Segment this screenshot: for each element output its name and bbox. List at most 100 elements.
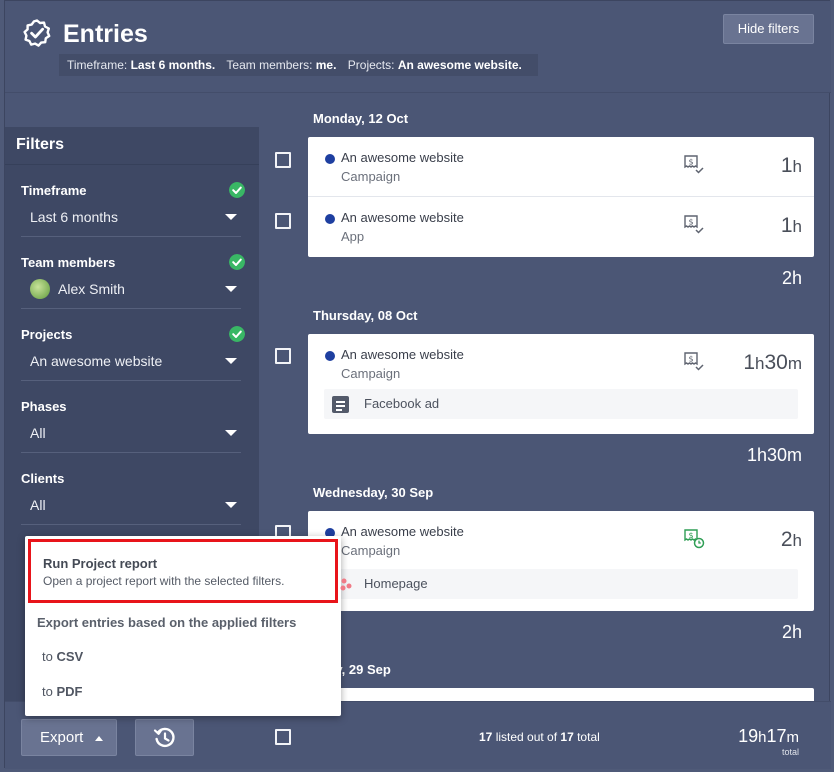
count-text: total	[573, 730, 600, 744]
filter-label: Projects	[21, 327, 73, 342]
summary-key: Team members:	[226, 58, 313, 72]
phase-color-icon	[340, 578, 352, 591]
svg-text:$: $	[688, 355, 693, 364]
duration-hours: 1	[780, 154, 793, 177]
entry-row[interactable]: An awesome website Campaign $ 1h	[308, 137, 814, 197]
entry-project: An awesome website	[341, 210, 464, 225]
note-text: Facebook ad	[364, 396, 440, 411]
chevron-down-icon	[225, 430, 237, 436]
entry-phase: Campaign	[341, 169, 401, 184]
filter-label: Team members	[21, 255, 116, 270]
project-color-dot	[325, 214, 335, 224]
project-color-dot	[325, 351, 335, 361]
export-prefix: to	[42, 649, 57, 664]
entry-duration: 1h30m	[743, 351, 802, 375]
note-icon	[332, 396, 349, 413]
summary-key: Projects:	[347, 58, 395, 72]
day-heading: Thursday, 08 Oct	[313, 308, 418, 323]
phases-select[interactable]: All	[21, 425, 241, 453]
filter-team-members: Team members Alex Smith	[21, 254, 245, 309]
entry-phase: Campaign	[341, 366, 401, 381]
duration-minutes: 30	[764, 351, 788, 374]
history-button[interactable]	[135, 719, 194, 756]
history-icon	[153, 727, 175, 748]
day-total: 2h	[781, 622, 802, 642]
duration-hours: 1	[743, 351, 755, 374]
filter-label: Clients	[21, 471, 65, 486]
grand-unit: m	[786, 729, 800, 746]
summary-value: me.	[315, 58, 337, 72]
team-members-select[interactable]: Alex Smith	[21, 278, 241, 309]
billable-timer-icon: $	[684, 529, 705, 549]
grand-total: 19h17m	[738, 726, 799, 747]
duration-hours: 2	[780, 528, 793, 551]
day-card: An awesome website Campaign $ 2h Homepag…	[308, 511, 814, 611]
chevron-down-icon	[225, 502, 237, 508]
total-count: 17	[560, 730, 574, 744]
page-title: Entries	[63, 20, 148, 48]
filters-title: Filters	[5, 127, 259, 165]
entry-phase: Campaign	[341, 543, 401, 558]
entry-row[interactable]: An awesome website Campaign $ 1h30m Face…	[308, 334, 814, 434]
filter-summary: Timeframe: Last 6 months. Team members: …	[59, 54, 538, 76]
count-text: listed out of	[492, 730, 561, 744]
filter-label: Phases	[21, 399, 67, 414]
entry-checkbox[interactable]	[275, 213, 291, 229]
filter-timeframe: Timeframe Last 6 months	[21, 182, 245, 237]
note-text: Homepage	[364, 576, 428, 591]
export-pdf-item[interactable]: to PDF	[42, 684, 82, 699]
clients-value: All	[30, 497, 46, 513]
run-report-title: Run Project report	[43, 556, 158, 571]
entry-checkbox[interactable]	[275, 348, 291, 364]
billable-receipt-icon: $	[684, 352, 704, 371]
phases-value: All	[30, 425, 46, 441]
entry-row[interactable]: An awesome website Campaign $ 2h Homepag…	[308, 511, 814, 611]
export-csv-item[interactable]: to CSV	[42, 649, 83, 664]
run-report-description: Open a project report with the selected …	[43, 574, 285, 588]
export-label: Export	[40, 729, 84, 746]
check-icon	[229, 182, 245, 198]
entry-note: Facebook ad	[324, 389, 798, 419]
chevron-up-icon	[95, 736, 103, 741]
check-circle-icon	[23, 19, 51, 47]
entry-phase: App	[341, 229, 365, 244]
clients-select[interactable]: All	[21, 497, 241, 525]
entry-project: An awesome website	[341, 347, 464, 362]
export-button[interactable]: Export	[21, 719, 117, 756]
entry-checkbox[interactable]	[275, 152, 291, 168]
chevron-down-icon	[225, 286, 237, 292]
avatar	[30, 278, 50, 299]
svg-text:$: $	[688, 531, 693, 540]
day-total: 2h	[781, 268, 802, 288]
day-heading: Wednesday, 30 Sep	[313, 485, 434, 500]
export-prefix: to	[42, 684, 57, 699]
summary-timeframe: Timeframe: Last 6 months.	[67, 58, 215, 72]
svg-text:$: $	[688, 158, 693, 167]
export-format: CSV	[56, 649, 84, 664]
day-card: An awesome website Campaign $ 1h An awes…	[308, 137, 814, 257]
entry-project: An awesome website	[341, 150, 464, 165]
run-project-report-item[interactable]: Run Project report Open a project report…	[28, 539, 338, 603]
duration-hours: 1	[780, 214, 793, 237]
summary-team-members: Team members: me.	[226, 58, 336, 72]
select-all-checkbox[interactable]	[275, 729, 291, 745]
chevron-down-icon	[225, 358, 237, 364]
entries-count: 17 listed out of 17 total	[479, 730, 600, 744]
entry-duration: 1h	[781, 214, 802, 238]
billable-receipt-icon: $	[684, 155, 704, 174]
export-format: PDF	[56, 684, 83, 699]
hide-filters-button[interactable]: Hide filters	[723, 14, 814, 44]
team-member-value: Alex Smith	[58, 281, 125, 297]
entry-note: Homepage	[324, 569, 798, 599]
timeframe-select[interactable]: Last 6 months	[21, 209, 241, 237]
day-total: 1h30m	[746, 445, 802, 465]
filter-label: Timeframe	[21, 183, 87, 198]
duration-unit: h	[792, 531, 802, 550]
duration-unit: h	[792, 217, 802, 236]
check-icon	[229, 254, 245, 270]
projects-select[interactable]: An awesome website	[21, 353, 241, 381]
entry-duration: 2h	[781, 528, 802, 552]
svg-text:$: $	[688, 218, 693, 227]
entry-row[interactable]: An awesome website App $ 1h	[308, 197, 814, 257]
filter-projects: Projects An awesome website	[21, 326, 245, 381]
